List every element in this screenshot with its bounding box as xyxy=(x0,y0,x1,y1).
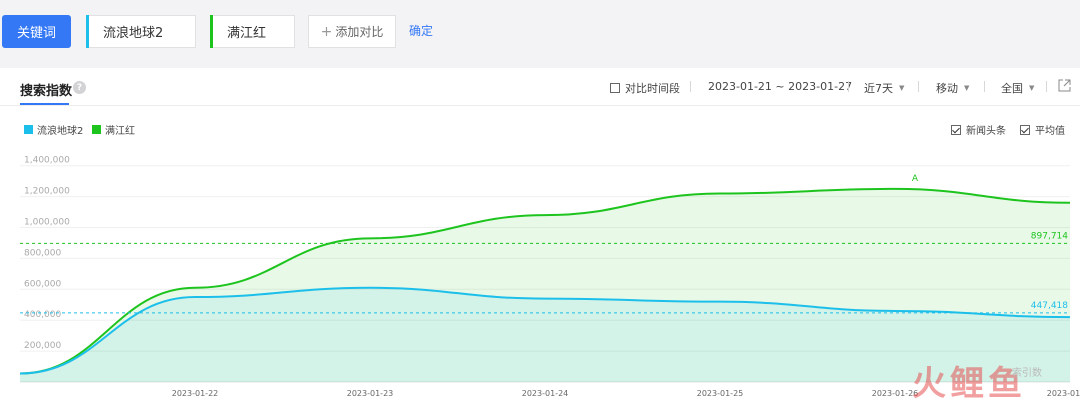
average-label: 897,714 xyxy=(1031,231,1068,241)
date-range-picker[interactable]: 2023-01-21 ~ 2023-01-27 xyxy=(708,80,852,93)
x-tick-label: 2023-01-27 xyxy=(1047,389,1080,398)
plus-icon: + xyxy=(320,23,333,40)
legend-item-series2[interactable]: 满江红 xyxy=(92,122,135,137)
tab-active-indicator xyxy=(20,103,69,105)
compare-checkbox[interactable] xyxy=(610,83,620,93)
news-checkbox[interactable] xyxy=(951,124,961,135)
y-tick-label: 600,000 xyxy=(24,279,61,289)
keyword-tab-button[interactable]: 关键词 xyxy=(2,15,71,48)
news-label: 新闻头条 xyxy=(966,126,1006,137)
divider xyxy=(848,81,849,92)
caret-down-icon: ▼ xyxy=(899,84,905,92)
keyword-input-2[interactable]: 满江红 xyxy=(210,15,295,48)
confirm-link[interactable]: 确定 xyxy=(409,22,433,39)
legend-swatch xyxy=(92,125,101,134)
period-dropdown[interactable]: 近7天 ▼ xyxy=(864,80,904,96)
search-index-panel: 搜索指数 ? 对比时间段 2023-01-21 ~ 2023-01-27 近7天… xyxy=(0,68,1080,404)
x-tick-label: 2023-01-22 xyxy=(172,389,219,398)
series1-color-bar xyxy=(86,15,89,48)
legend-label: 满江红 xyxy=(105,126,135,137)
y-tick-label: 1,000,000 xyxy=(24,218,70,228)
add-compare-label: 添加对比 xyxy=(335,25,384,39)
average-checkbox[interactable] xyxy=(1020,124,1030,135)
peak-marker: A xyxy=(912,174,919,184)
series2-color-bar xyxy=(210,15,213,48)
tab-search-index[interactable]: 搜索指数 xyxy=(20,80,72,99)
x-tick-label: 2023-01-24 xyxy=(522,389,569,398)
legend-item-series1[interactable]: 流浪地球2 xyxy=(24,122,83,137)
x-tick-label: 2023-01-25 xyxy=(697,389,744,398)
panel-header: 搜索指数 ? 对比时间段 2023-01-21 ~ 2023-01-27 近7天… xyxy=(0,68,1080,106)
date-range-text: 2023-01-21 ~ 2023-01-27 xyxy=(708,80,853,93)
device-dropdown[interactable]: 移动 ▼ xyxy=(936,80,969,96)
divider xyxy=(690,81,691,92)
keyword-bar: 关键词 流浪地球2 满江红 + 添加对比 确定 xyxy=(0,0,1080,64)
y-tick-label: 1,200,000 xyxy=(24,187,70,197)
average-toggle[interactable]: 平均值 xyxy=(1020,122,1065,137)
average-label: 447,418 xyxy=(1031,301,1068,311)
divider xyxy=(984,81,985,92)
keyword-2-text: 满江红 xyxy=(227,26,267,41)
compare-period-toggle[interactable]: 对比时间段 xyxy=(610,80,680,96)
y-tick-label: 800,000 xyxy=(24,248,61,258)
help-icon[interactable]: ? xyxy=(73,81,86,94)
watermark-logo: 火鲤鱼 xyxy=(912,364,1026,404)
caret-down-icon: ▼ xyxy=(1029,84,1035,92)
period-text: 近7天 xyxy=(864,82,893,95)
y-tick-label: 200,000 xyxy=(24,341,61,351)
news-toggle[interactable]: 新闻头条 xyxy=(951,122,1006,137)
region-dropdown[interactable]: 全国 ▼ xyxy=(1001,80,1034,96)
x-tick-label: 2023-01-23 xyxy=(347,389,394,398)
divider xyxy=(1046,81,1047,92)
add-compare-button[interactable]: + 添加对比 xyxy=(308,15,396,48)
device-text: 移动 xyxy=(936,82,958,95)
keyword-1-text: 流浪地球2 xyxy=(103,26,164,41)
y-tick-label: 400,000 xyxy=(24,310,61,320)
y-tick-label: 1,400,000 xyxy=(24,156,70,166)
caret-down-icon: ▼ xyxy=(964,84,970,92)
watermark-sub: 索引数 xyxy=(1012,368,1042,379)
legend-swatch xyxy=(24,125,33,134)
keyword-input-1[interactable]: 流浪地球2 xyxy=(86,15,196,48)
compare-label: 对比时间段 xyxy=(625,82,680,95)
legend-label: 流浪地球2 xyxy=(37,126,84,137)
region-text: 全国 xyxy=(1001,82,1023,95)
share-icon[interactable] xyxy=(1058,79,1071,92)
divider xyxy=(918,81,919,92)
average-label: 平均值 xyxy=(1035,126,1065,137)
